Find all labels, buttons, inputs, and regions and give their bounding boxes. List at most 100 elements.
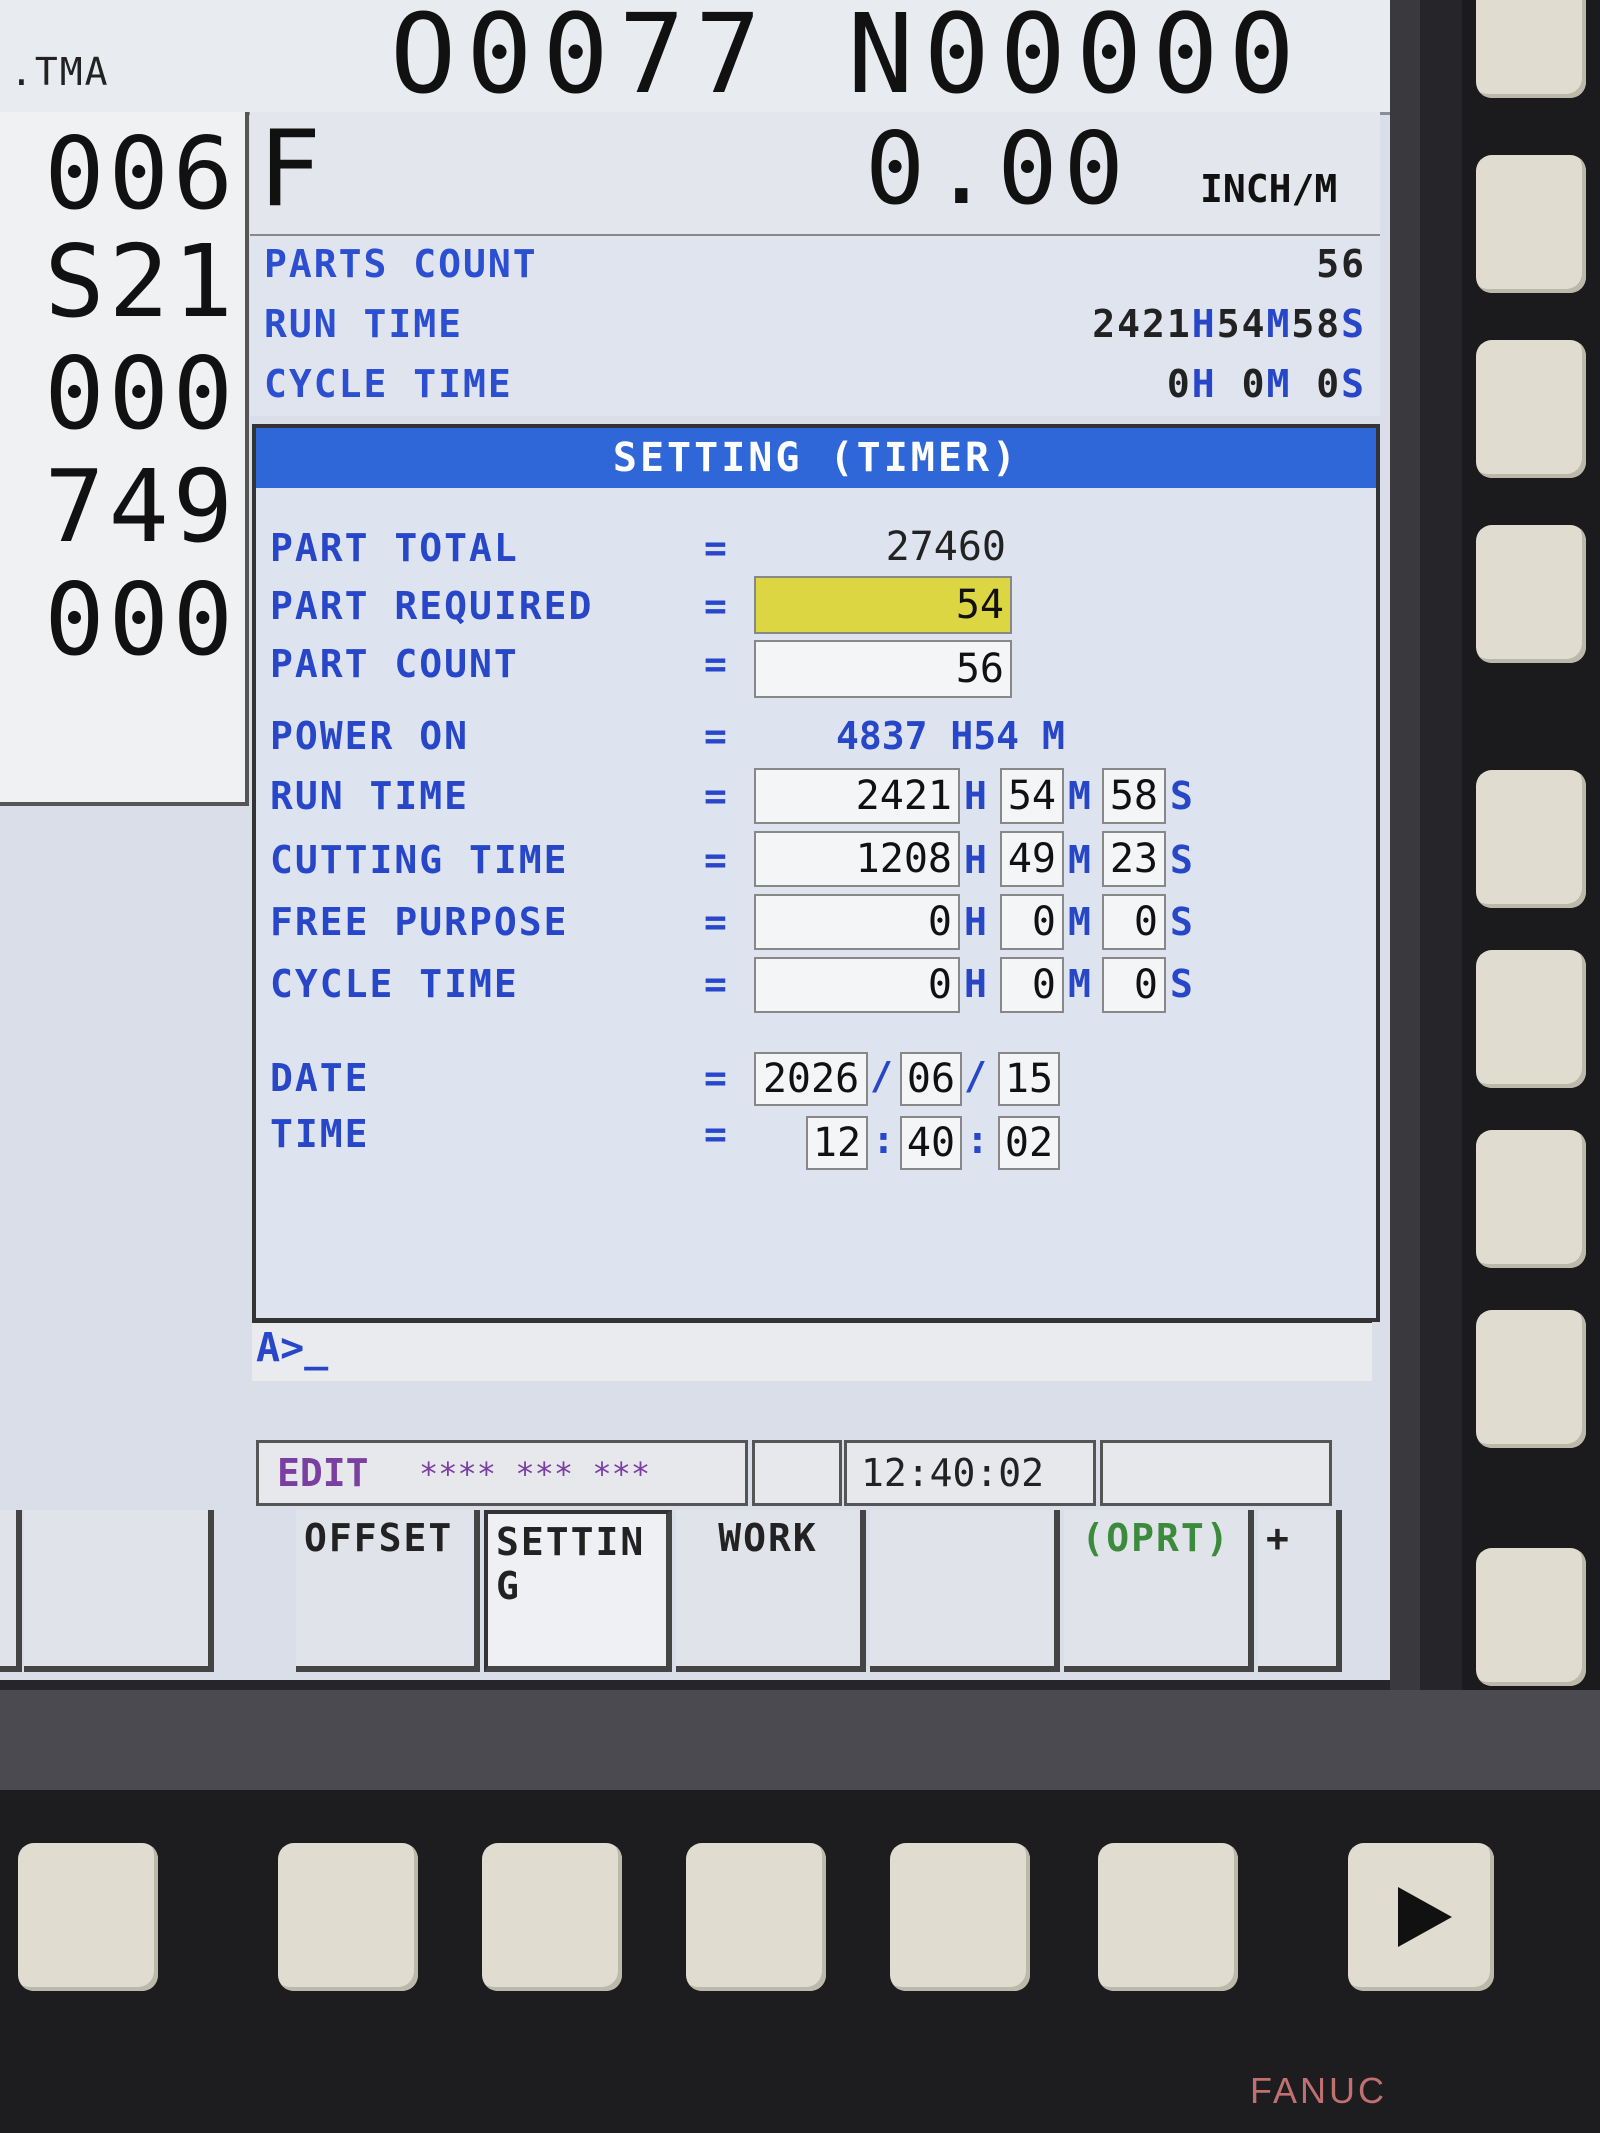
position-value: 006 (44, 115, 237, 232)
part-required-field[interactable]: 54 (754, 576, 1012, 634)
equals-sign: = (704, 584, 727, 628)
side-softkey[interactable] (1476, 770, 1586, 908)
date-separator: / (870, 1054, 893, 1098)
bottom-softkey[interactable] (278, 1843, 418, 1991)
side-softkey[interactable] (1476, 1548, 1586, 1686)
equals-sign: = (704, 1112, 727, 1156)
cycle-time-hours-field[interactable]: 0 (754, 957, 960, 1013)
position-value: 000 (44, 335, 237, 452)
date-separator: / (964, 1054, 987, 1098)
command-line[interactable]: A>_ (252, 1320, 1372, 1381)
minutes-unit: M (1068, 774, 1091, 818)
minutes-unit: M (1068, 900, 1091, 944)
feed-unit: INCH/M (1200, 167, 1338, 211)
position-panel: 006 S21 000 749 000 (0, 112, 249, 806)
part-total-label: PART TOTAL (270, 526, 519, 570)
bottom-softkey[interactable] (18, 1843, 158, 1991)
program-number: O0077 N00000 (390, 0, 1305, 118)
date-label: DATE (270, 1056, 370, 1100)
date-month-field[interactable]: 06 (900, 1052, 962, 1106)
free-purpose-seconds-field[interactable]: 0 (1102, 894, 1166, 950)
bottom-softkey[interactable] (1098, 1843, 1238, 1991)
seconds-unit: S (1170, 774, 1193, 818)
next-page-key[interactable] (1348, 1843, 1494, 1991)
softkey-blank[interactable] (24, 1510, 214, 1672)
side-softkey[interactable] (1476, 0, 1586, 98)
side-softkey[interactable] (1476, 1130, 1586, 1268)
softkey-oprt[interactable]: (OPRT) (1064, 1510, 1254, 1672)
softkey-blank[interactable] (870, 1510, 1060, 1672)
free-purpose-hours-field[interactable]: 0 (754, 894, 960, 950)
mode-status: EDIT **** *** *** (256, 1440, 748, 1506)
setting-timer-panel: SETTING (TIMER) PART TOTAL = 27460 PART … (252, 424, 1380, 1322)
run-time-value: 2421H54M58S (1092, 302, 1366, 346)
run-time-seconds-field[interactable]: 58 (1102, 768, 1166, 824)
side-softkey[interactable] (1476, 1310, 1586, 1448)
side-softkey[interactable] (1476, 950, 1586, 1088)
cnc-screen: .TMA O0077 N00000 006 S21 000 749 000 F … (0, 0, 1390, 1680)
bottom-softkey[interactable] (890, 1843, 1030, 1991)
status-bar: EDIT **** *** *** 12:40:02 (252, 1440, 1332, 1510)
softkey-work[interactable]: WORK (676, 1510, 866, 1672)
time-minute-field[interactable]: 40 (900, 1116, 962, 1170)
status-slot (752, 1440, 842, 1506)
equals-sign: = (704, 774, 727, 818)
softkey-setting[interactable]: SETTIN G (484, 1510, 672, 1672)
free-purpose-minutes-field[interactable]: 0 (1000, 894, 1064, 950)
program-header: .TMA O0077 N00000 (0, 0, 1390, 115)
softkey-blank[interactable] (0, 1510, 22, 1672)
hours-unit: H (964, 774, 987, 818)
equals-sign: = (704, 526, 727, 570)
mode-label: EDIT (277, 1451, 369, 1495)
panel-title: SETTING (TIMER) (256, 428, 1376, 488)
hours-unit: H (964, 900, 987, 944)
command-prompt: A>_ (256, 1325, 329, 1371)
bottom-softkey[interactable] (686, 1843, 826, 1991)
cycle-time-minutes-field[interactable]: 0 (1000, 957, 1064, 1013)
brand-logo: FANUC (1250, 2070, 1388, 2111)
equals-sign: = (704, 900, 727, 944)
cutting-time-seconds-field[interactable]: 23 (1102, 831, 1166, 887)
equals-sign: = (704, 714, 727, 758)
side-softkey[interactable] (1476, 155, 1586, 293)
counters-summary: PARTS COUNT 56 RUN TIME 2421H54M58S CYCL… (250, 236, 1380, 416)
time-hour-field[interactable]: 12 (806, 1116, 868, 1170)
side-softkey[interactable] (1476, 340, 1586, 478)
run-time-minutes-field[interactable]: 54 (1000, 768, 1064, 824)
hours-unit: H (964, 838, 987, 882)
part-count-label: PART COUNT (270, 642, 519, 686)
status-clock: 12:40:02 (861, 1451, 1045, 1495)
time-separator: : (872, 1118, 895, 1162)
feed-display: F 0.00 INCH/M (250, 110, 1380, 236)
part-count-field[interactable]: 56 (754, 640, 1012, 698)
date-year-field[interactable]: 2026 (754, 1052, 868, 1106)
time-second-field[interactable]: 02 (998, 1116, 1060, 1170)
cutting-time-label: CUTTING TIME (270, 838, 569, 882)
seconds-unit: S (1170, 962, 1193, 1006)
side-softkey[interactable] (1476, 525, 1586, 663)
play-arrow-icon (1398, 1887, 1452, 1947)
cycle-time-seconds-field[interactable]: 0 (1102, 957, 1166, 1013)
part-required-label: PART REQUIRED (270, 584, 594, 628)
bottom-softkey[interactable] (482, 1843, 622, 1991)
date-day-field[interactable]: 15 (998, 1052, 1060, 1106)
equals-sign: = (704, 838, 727, 882)
cycle-time-value: 0H 0M 0S (1166, 362, 1366, 406)
position-value: S21 (44, 223, 237, 340)
seconds-unit: S (1170, 900, 1193, 944)
softkey-offset[interactable]: OFFSET (296, 1510, 480, 1672)
power-on-label: POWER ON (270, 714, 470, 758)
feed-value: 0.00 (865, 110, 1130, 227)
run-time-hours-field[interactable]: 2421 (754, 768, 960, 824)
cutting-time-hours-field[interactable]: 1208 (754, 831, 960, 887)
hours-unit: H (964, 962, 987, 1006)
seconds-unit: S (1170, 838, 1193, 882)
minutes-unit: M (1068, 962, 1091, 1006)
position-value: 000 (44, 561, 237, 678)
clock-status: 12:40:02 (844, 1440, 1096, 1506)
softkey-bar: OFFSET SETTIN G WORK (OPRT) + (0, 1510, 1390, 1680)
cutting-time-minutes-field[interactable]: 49 (1000, 831, 1064, 887)
softkey-next[interactable]: + (1258, 1510, 1342, 1672)
equals-sign: = (704, 642, 727, 686)
cycle-time-label: CYCLE TIME (264, 362, 513, 406)
